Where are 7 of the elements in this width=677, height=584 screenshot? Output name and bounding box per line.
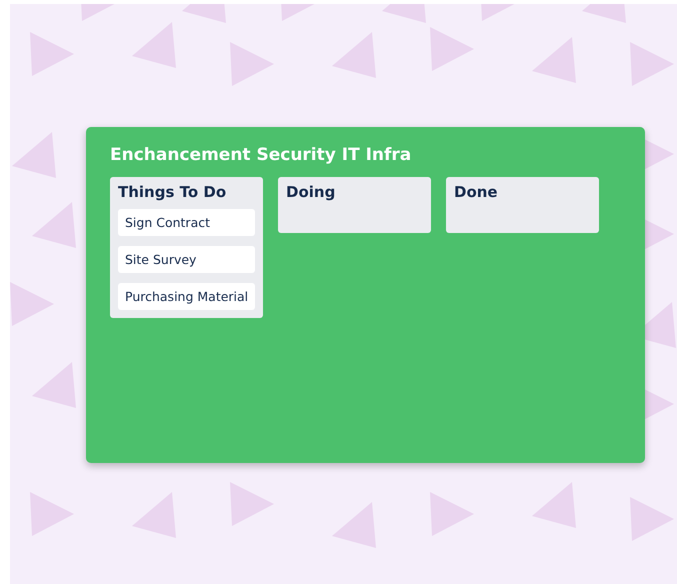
list-title: Done [454, 183, 499, 201]
list-title: Doing [286, 183, 336, 201]
task-card[interactable]: Sign Contract [118, 209, 255, 236]
board-title: Enchancement Security IT Infra [110, 145, 412, 165]
task-card[interactable]: Site Survey [118, 246, 255, 273]
list-title: Things To Do [118, 183, 228, 201]
task-card[interactable]: Purchasing Material [118, 283, 255, 310]
